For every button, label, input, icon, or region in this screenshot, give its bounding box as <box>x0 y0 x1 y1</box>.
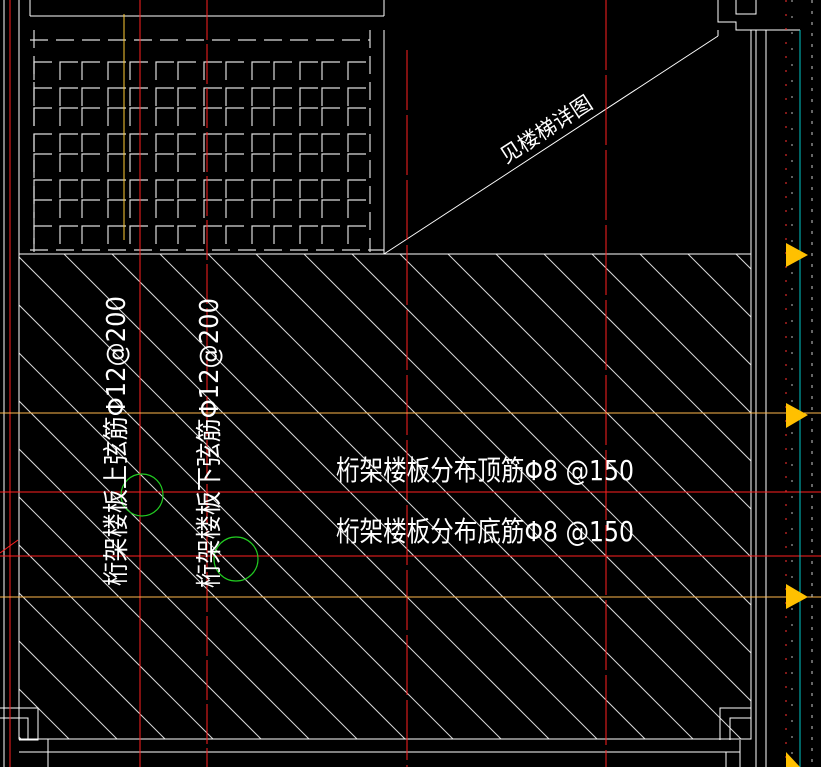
top-distribution-label: 桁架楼板分布顶筋Φ8 @150 <box>336 454 634 487</box>
bottom-distribution-label: 桁架楼板分布底筋Φ8 @150 <box>336 515 634 548</box>
cad-drawing: 见楼梯详图 桁架楼板上弦筋Φ12@200 桁架楼板下弦筋Φ12@200 桁架楼板… <box>0 0 821 767</box>
top-chord-label: 桁架楼板上弦筋Φ12@200 <box>102 296 132 586</box>
bottom-chord-label: 桁架楼板下弦筋Φ12@200 <box>195 298 225 588</box>
